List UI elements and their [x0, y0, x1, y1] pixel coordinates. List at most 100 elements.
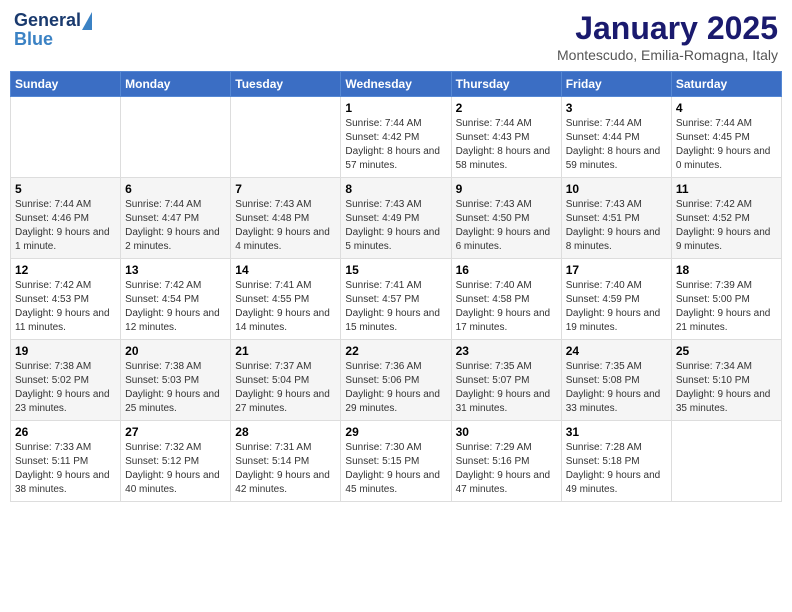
calendar-day-cell: 6 Sunrise: 7:44 AM Sunset: 4:47 PM Daylig…: [121, 178, 231, 259]
weekday-header-monday: Monday: [121, 72, 231, 97]
calendar-day-cell: 2Sunrise: 7:44 AM Sunset: 4:43 PM Daylig…: [451, 97, 561, 178]
day-info: Sunrise: 7:42 AM Sunset: 4:53 PM Dayligh…: [15, 279, 116, 335]
day-number: 30: [456, 425, 557, 439]
day-number: 16: [456, 263, 557, 277]
calendar-day-cell: 9 Sunrise: 7:43 AM Sunset: 4:50 PM Daylig…: [451, 178, 561, 259]
day-number: 29: [345, 425, 446, 439]
day-number: 5: [15, 182, 116, 196]
calendar-day-cell: 5Sunrise: 7:44 AM Sunset: 4:46 PM Daylig…: [11, 178, 121, 259]
calendar-day-cell: 13 Sunrise: 7:42 AM Sunset: 4:54 PM Dayli…: [121, 259, 231, 340]
day-number: 4: [676, 101, 777, 115]
day-number: 24: [566, 344, 667, 358]
day-number: 10: [566, 182, 667, 196]
logo-triangle-icon: [82, 12, 92, 30]
weekday-header-sunday: Sunday: [11, 72, 121, 97]
day-info: Sunrise: 7:44 AM Sunset: 4:44 PM Dayligh…: [566, 117, 667, 173]
day-number: 27: [125, 425, 226, 439]
calendar-day-cell: 7Sunrise: 7:43 AM Sunset: 4:48 PM Daylig…: [231, 178, 341, 259]
calendar-day-cell: 8Sunrise: 7:43 AM Sunset: 4:49 PM Daylig…: [341, 178, 451, 259]
day-number: 25: [676, 344, 777, 358]
day-info: Sunrise: 7:44 AM Sunset: 4:42 PM Dayligh…: [345, 117, 446, 173]
day-number: 26: [15, 425, 116, 439]
weekday-header-friday: Friday: [561, 72, 671, 97]
day-number: 21: [235, 344, 336, 358]
day-info: Sunrise: 7:31 AM Sunset: 5:14 PM Dayligh…: [235, 441, 336, 497]
weekday-header-row: SundayMondayTuesdayWednesdayThursdayFrid…: [11, 72, 782, 97]
calendar-day-cell: 19 Sunrise: 7:38 AM Sunset: 5:02 PM Dayli…: [11, 340, 121, 421]
day-number: 19: [15, 344, 116, 358]
calendar-day-cell: 10 Sunrise: 7:43 AM Sunset: 4:51 PM Dayli…: [561, 178, 671, 259]
calendar-day-cell: 16 Sunrise: 7:40 AM Sunset: 4:58 PM Dayli…: [451, 259, 561, 340]
calendar-day-cell: 11Sunrise: 7:42 AM Sunset: 4:52 PM Dayli…: [671, 178, 781, 259]
calendar-day-cell: [671, 421, 781, 502]
day-info: Sunrise: 7:35 AM Sunset: 5:08 PM Dayligh…: [566, 360, 667, 416]
day-info: Sunrise: 7:35 AM Sunset: 5:07 PM Dayligh…: [456, 360, 557, 416]
page-header: General Blue January 2025 Montescudo, Em…: [10, 10, 782, 63]
day-info: Sunrise: 7:30 AM Sunset: 5:15 PM Dayligh…: [345, 441, 446, 497]
calendar-day-cell: 22Sunrise: 7:36 AM Sunset: 5:06 PM Dayli…: [341, 340, 451, 421]
calendar-day-cell: 23 Sunrise: 7:35 AM Sunset: 5:07 PM Dayli…: [451, 340, 561, 421]
calendar-week-row: 26Sunrise: 7:33 AM Sunset: 5:11 PM Dayli…: [11, 421, 782, 502]
day-number: 23: [456, 344, 557, 358]
calendar-day-cell: 24 Sunrise: 7:35 AM Sunset: 5:08 PM Dayli…: [561, 340, 671, 421]
day-info: Sunrise: 7:44 AM Sunset: 4:47 PM Dayligh…: [125, 198, 226, 254]
day-info: Sunrise: 7:42 AM Sunset: 4:54 PM Dayligh…: [125, 279, 226, 335]
day-number: 9: [456, 182, 557, 196]
day-info: Sunrise: 7:41 AM Sunset: 4:55 PM Dayligh…: [235, 279, 336, 335]
calendar-day-cell: 1Sunrise: 7:44 AM Sunset: 4:42 PM Daylig…: [341, 97, 451, 178]
calendar-day-cell: 17 Sunrise: 7:40 AM Sunset: 4:59 PM Dayli…: [561, 259, 671, 340]
calendar-day-cell: [121, 97, 231, 178]
logo-general: General: [14, 10, 81, 31]
calendar-day-cell: [231, 97, 341, 178]
day-info: Sunrise: 7:38 AM Sunset: 5:02 PM Dayligh…: [15, 360, 116, 416]
day-number: 2: [456, 101, 557, 115]
calendar-day-cell: 12Sunrise: 7:42 AM Sunset: 4:53 PM Dayli…: [11, 259, 121, 340]
calendar-day-cell: 21 Sunrise: 7:37 AM Sunset: 5:04 PM Dayli…: [231, 340, 341, 421]
day-number: 31: [566, 425, 667, 439]
calendar-day-cell: 4 Sunrise: 7:44 AM Sunset: 4:45 PM Daylig…: [671, 97, 781, 178]
day-number: 15: [345, 263, 446, 277]
calendar-day-cell: 18 Sunrise: 7:39 AM Sunset: 5:00 PM Dayli…: [671, 259, 781, 340]
calendar-day-cell: 20Sunrise: 7:38 AM Sunset: 5:03 PM Dayli…: [121, 340, 231, 421]
day-info: Sunrise: 7:43 AM Sunset: 4:51 PM Dayligh…: [566, 198, 667, 254]
day-info: Sunrise: 7:37 AM Sunset: 5:04 PM Dayligh…: [235, 360, 336, 416]
day-number: 18: [676, 263, 777, 277]
weekday-header-wednesday: Wednesday: [341, 72, 451, 97]
day-info: Sunrise: 7:40 AM Sunset: 4:59 PM Dayligh…: [566, 279, 667, 335]
day-info: Sunrise: 7:40 AM Sunset: 4:58 PM Dayligh…: [456, 279, 557, 335]
calendar-day-cell: 30 Sunrise: 7:29 AM Sunset: 5:16 PM Dayli…: [451, 421, 561, 502]
weekday-header-thursday: Thursday: [451, 72, 561, 97]
day-info: Sunrise: 7:29 AM Sunset: 5:16 PM Dayligh…: [456, 441, 557, 497]
day-info: Sunrise: 7:28 AM Sunset: 5:18 PM Dayligh…: [566, 441, 667, 497]
day-number: 13: [125, 263, 226, 277]
day-number: 22: [345, 344, 446, 358]
day-number: 11: [676, 182, 777, 196]
day-number: 8: [345, 182, 446, 196]
month-year-title: January 2025: [557, 10, 778, 47]
calendar-day-cell: 26Sunrise: 7:33 AM Sunset: 5:11 PM Dayli…: [11, 421, 121, 502]
calendar-day-cell: 3 Sunrise: 7:44 AM Sunset: 4:44 PM Daylig…: [561, 97, 671, 178]
logo-top-row: General: [14, 10, 92, 31]
calendar-day-cell: 27 Sunrise: 7:32 AM Sunset: 5:12 PM Dayli…: [121, 421, 231, 502]
logo: General Blue: [14, 10, 92, 50]
day-info: Sunrise: 7:43 AM Sunset: 4:50 PM Dayligh…: [456, 198, 557, 254]
calendar-day-cell: 31 Sunrise: 7:28 AM Sunset: 5:18 PM Dayli…: [561, 421, 671, 502]
calendar-day-cell: 29 Sunrise: 7:30 AM Sunset: 5:15 PM Dayli…: [341, 421, 451, 502]
logo-text: General Blue: [14, 10, 92, 50]
day-number: 28: [235, 425, 336, 439]
calendar-day-cell: 15Sunrise: 7:41 AM Sunset: 4:57 PM Dayli…: [341, 259, 451, 340]
calendar-day-cell: [11, 97, 121, 178]
day-number: 3: [566, 101, 667, 115]
day-number: 17: [566, 263, 667, 277]
day-info: Sunrise: 7:32 AM Sunset: 5:12 PM Dayligh…: [125, 441, 226, 497]
day-info: Sunrise: 7:34 AM Sunset: 5:10 PM Dayligh…: [676, 360, 777, 416]
day-number: 14: [235, 263, 336, 277]
weekday-header-saturday: Saturday: [671, 72, 781, 97]
logo-blue: Blue: [14, 29, 92, 50]
calendar-day-cell: 28 Sunrise: 7:31 AM Sunset: 5:14 PM Dayli…: [231, 421, 341, 502]
day-info: Sunrise: 7:39 AM Sunset: 5:00 PM Dayligh…: [676, 279, 777, 335]
calendar-week-row: 1Sunrise: 7:44 AM Sunset: 4:42 PM Daylig…: [11, 97, 782, 178]
day-number: 20: [125, 344, 226, 358]
day-number: 6: [125, 182, 226, 196]
day-info: Sunrise: 7:44 AM Sunset: 4:45 PM Dayligh…: [676, 117, 777, 173]
